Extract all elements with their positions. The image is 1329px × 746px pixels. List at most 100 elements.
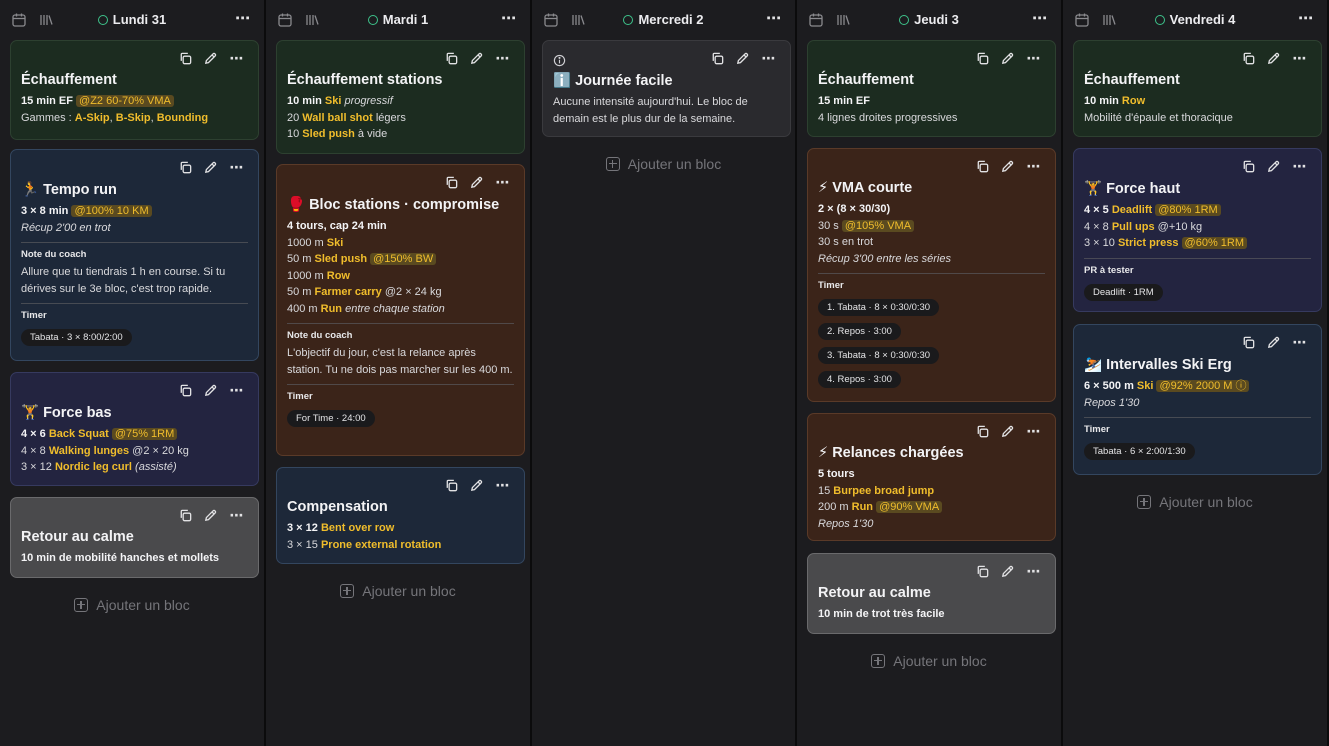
edit-icon[interactable] — [1266, 335, 1282, 351]
more-options-icon[interactable]: ⋯ — [494, 51, 512, 67]
exercise-name[interactable]: Prone external rotation — [321, 539, 441, 551]
exercise-name[interactable]: Deadlift — [1112, 204, 1152, 216]
exercise-name[interactable]: Nordic leg curl — [55, 461, 132, 473]
timer-pill[interactable]: 2. Repos · 3:00 — [818, 323, 901, 340]
edit-icon[interactable] — [469, 478, 485, 494]
edit-icon[interactable] — [735, 51, 751, 67]
duplicate-icon[interactable] — [975, 564, 991, 580]
exercise-name[interactable]: A-Skip — [75, 112, 110, 124]
more-options-icon[interactable]: ⋯ — [1029, 9, 1051, 31]
more-options-icon[interactable]: ⋯ — [1025, 159, 1043, 175]
duplicate-icon[interactable] — [444, 51, 460, 67]
workout-block[interactable]: ⋯ Échauffement 15 min EF @Z2 60-70% VMA Gam… — [10, 40, 259, 140]
duplicate-icon[interactable] — [1241, 51, 1257, 67]
workout-block[interactable]: ⋯ Échauffement stations 10 min Ski progres… — [276, 40, 525, 154]
edit-icon[interactable] — [203, 51, 219, 67]
exercise-name[interactable]: Run — [321, 303, 342, 315]
more-options-icon[interactable]: ⋯ — [1025, 51, 1043, 67]
workout-block[interactable]: ⋯ ⛷️ Intervalles Ski Erg 6 × 500 m Ski @92%… — [1073, 324, 1322, 475]
exercise-name[interactable]: Bent over row — [321, 522, 394, 534]
timer-pill[interactable]: For Time · 24:00 — [287, 410, 375, 427]
more-options-icon[interactable]: ⋯ — [232, 9, 254, 31]
add-block-button[interactable]: Ajouter un bloc — [0, 597, 264, 613]
workout-block[interactable]: ⋯ Échauffement 10 min Row Mobilité d'épaule… — [1073, 40, 1322, 137]
workout-block[interactable]: ⋯ Retour au calme 10 min de trot très faci… — [807, 553, 1056, 634]
edit-icon[interactable] — [203, 160, 219, 176]
duplicate-icon[interactable] — [178, 51, 194, 67]
workout-block[interactable]: ⋯ 🏋️ Force haut 4 × 5 Deadlift @80% 1RM 4 × … — [1073, 148, 1322, 312]
edit-icon[interactable] — [1266, 51, 1282, 67]
duplicate-icon[interactable] — [178, 508, 194, 524]
timer-pill[interactable]: Tabata · 6 × 2:00/1:30 — [1084, 443, 1195, 460]
timer-pill[interactable]: 3. Tabata · 8 × 0:30/0:30 — [818, 347, 940, 364]
duplicate-icon[interactable] — [1241, 335, 1257, 351]
duplicate-icon[interactable] — [178, 160, 194, 176]
exercise-name[interactable]: Row — [1122, 95, 1145, 107]
duplicate-icon[interactable] — [444, 175, 460, 191]
edit-icon[interactable] — [203, 508, 219, 524]
exercise-name[interactable]: Run — [852, 501, 873, 513]
add-block-button[interactable]: Ajouter un bloc — [797, 653, 1061, 669]
more-options-icon[interactable]: ⋯ — [1025, 424, 1043, 440]
more-options-icon[interactable]: ⋯ — [1295, 9, 1317, 31]
duplicate-icon[interactable] — [178, 383, 194, 399]
workout-block[interactable]: ⋯ ⚡ VMA courte 2 × (8 × 30/30) 30 s @105% VM… — [807, 148, 1056, 402]
workout-block[interactable]: ⋯ 🥊 Bloc stations · compromise 4 tours, cap… — [276, 164, 525, 456]
more-options-icon[interactable]: ⋯ — [498, 9, 520, 31]
workout-block[interactable]: ⋯ ⚡ Relances chargées 5 tours 15 Burpee broa… — [807, 413, 1056, 541]
edit-icon[interactable] — [469, 51, 485, 67]
duplicate-icon[interactable] — [1241, 159, 1257, 175]
exercise-name[interactable]: Walking lunges — [49, 445, 129, 457]
edit-icon[interactable] — [1000, 564, 1016, 580]
more-options-icon[interactable]: ⋯ — [228, 508, 246, 524]
timer-pill[interactable]: 1. Tabata · 8 × 0:30/0:30 — [818, 299, 940, 316]
more-options-icon[interactable]: ⋯ — [228, 160, 246, 176]
edit-icon[interactable] — [1000, 51, 1016, 67]
timer-pill[interactable]: Deadlift · 1RM — [1084, 283, 1163, 301]
more-options-icon[interactable]: ⋯ — [1025, 564, 1043, 580]
workout-block[interactable]: ⋯ 🏃 Tempo run 3 × 8 min @100% 10 KM Récup 2'… — [10, 149, 259, 361]
more-options-icon[interactable]: ⋯ — [1291, 335, 1309, 351]
exercise-name[interactable]: Bounding — [157, 112, 208, 124]
more-options-icon[interactable]: ⋯ — [228, 51, 246, 67]
workout-block[interactable]: ⋯ Retour au calme 10 min de mobilité hanch… — [10, 497, 259, 578]
duplicate-icon[interactable] — [710, 51, 726, 67]
edit-icon[interactable] — [1266, 159, 1282, 175]
workout-block[interactable]: ⋯ ℹ️ Journée facile Aucune intensité aujour… — [542, 40, 791, 137]
more-options-icon[interactable]: ⋯ — [763, 9, 785, 31]
exercise-name[interactable]: Back Squat — [49, 428, 109, 440]
more-options-icon[interactable]: ⋯ — [228, 383, 246, 399]
exercise-name[interactable]: Wall ball shot — [302, 112, 373, 124]
more-options-icon[interactable]: ⋯ — [494, 175, 512, 191]
add-block-button[interactable]: Ajouter un bloc — [1063, 494, 1327, 510]
edit-icon[interactable] — [1000, 159, 1016, 175]
timer-pill[interactable]: 4. Repos · 3:00 — [818, 371, 901, 388]
exercise-name[interactable]: B-Skip — [116, 112, 151, 124]
exercise-name[interactable]: Ski — [1137, 380, 1154, 392]
workout-block[interactable]: ⋯ Échauffement 15 min EF 4 lignes droites p… — [807, 40, 1056, 137]
duplicate-icon[interactable] — [975, 159, 991, 175]
add-block-button[interactable]: Ajouter un bloc — [266, 583, 530, 599]
duplicate-icon[interactable] — [975, 424, 991, 440]
more-options-icon[interactable]: ⋯ — [494, 478, 512, 494]
duplicate-icon[interactable] — [444, 478, 460, 494]
edit-icon[interactable] — [1000, 424, 1016, 440]
edit-icon[interactable] — [203, 383, 219, 399]
exercise-name[interactable]: Burpee broad jump — [833, 485, 934, 497]
timer-pill[interactable]: Tabata · 3 × 8:00/2:00 — [21, 329, 132, 346]
exercise-name[interactable]: Sled push — [315, 253, 368, 265]
duplicate-icon[interactable] — [975, 51, 991, 67]
edit-icon[interactable] — [469, 175, 485, 191]
exercise-name[interactable]: Ski — [327, 237, 344, 249]
exercise-name[interactable]: Sled push — [302, 128, 355, 140]
more-options-icon[interactable]: ⋯ — [1291, 159, 1309, 175]
exercise-name[interactable]: Ski — [325, 95, 342, 107]
exercise-name[interactable]: Pull ups — [1112, 221, 1155, 233]
workout-block[interactable]: ⋯ Compensation 3 × 12 Bent over row 3 × 15 … — [276, 467, 525, 564]
exercise-name[interactable]: Strict press — [1118, 237, 1179, 249]
more-options-icon[interactable]: ⋯ — [1291, 51, 1309, 67]
workout-block[interactable]: ⋯ 🏋️ Force bas 4 × 6 Back Squat @75% 1RM 4 ×… — [10, 372, 259, 486]
more-options-icon[interactable]: ⋯ — [760, 51, 778, 67]
exercise-name[interactable]: Farmer carry — [315, 286, 382, 298]
add-block-button[interactable]: Ajouter un bloc — [532, 156, 795, 172]
